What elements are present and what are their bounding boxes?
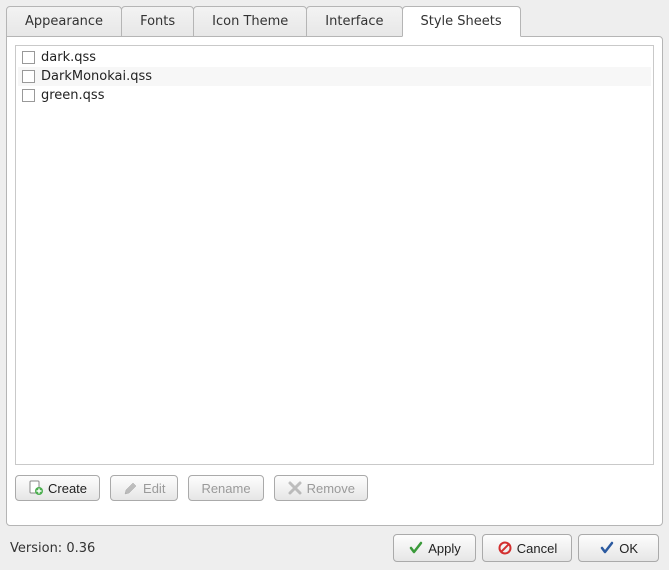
edit-button[interactable]: Edit <box>110 475 178 501</box>
list-toolbar: Create Edit Rename Remove <box>15 475 654 501</box>
new-file-plus-icon <box>28 480 44 496</box>
edit-button-label: Edit <box>143 481 165 496</box>
remove-button-label: Remove <box>307 481 355 496</box>
footer-buttons: Apply Cancel OK <box>393 534 659 562</box>
create-button[interactable]: Create <box>15 475 100 501</box>
ok-button[interactable]: OK <box>578 534 659 562</box>
tab-icon-theme[interactable]: Icon Theme <box>193 6 307 37</box>
checkbox-icon[interactable] <box>22 70 35 83</box>
list-item-label: green.qss <box>41 88 104 103</box>
cancel-button-label: Cancel <box>517 541 557 556</box>
stylesheet-list[interactable]: dark.qss DarkMonokai.qss green.qss <box>15 45 654 465</box>
tabs-bar: Appearance Fonts Icon Theme Interface St… <box>0 0 669 37</box>
delete-x-icon <box>287 480 303 496</box>
tab-fonts[interactable]: Fonts <box>121 6 194 37</box>
rename-button[interactable]: Rename <box>188 475 263 501</box>
list-item-label: dark.qss <box>41 50 96 65</box>
tab-interface[interactable]: Interface <box>306 6 402 37</box>
pencil-icon <box>123 480 139 496</box>
tab-appearance[interactable]: Appearance <box>6 6 122 37</box>
tab-content: dark.qss DarkMonokai.qss green.qss Creat… <box>6 36 663 526</box>
check-icon <box>408 540 424 556</box>
list-item[interactable]: dark.qss <box>18 48 651 67</box>
remove-button[interactable]: Remove <box>274 475 368 501</box>
create-button-label: Create <box>48 481 87 496</box>
list-item[interactable]: DarkMonokai.qss <box>18 67 651 86</box>
apply-button[interactable]: Apply <box>393 534 476 562</box>
ok-button-label: OK <box>619 541 638 556</box>
checkbox-icon[interactable] <box>22 89 35 102</box>
tab-style-sheets[interactable]: Style Sheets <box>402 6 521 37</box>
version-label: Version: 0.36 <box>10 541 393 556</box>
rename-button-label: Rename <box>201 481 250 496</box>
list-item[interactable]: green.qss <box>18 86 651 105</box>
checkbox-icon[interactable] <box>22 51 35 64</box>
dialog-footer: Version: 0.36 Apply Cancel <box>10 534 659 562</box>
prohibit-icon <box>497 540 513 556</box>
list-item-label: DarkMonokai.qss <box>41 69 152 84</box>
apply-button-label: Apply <box>428 541 461 556</box>
check-icon <box>599 540 615 556</box>
cancel-button[interactable]: Cancel <box>482 534 572 562</box>
